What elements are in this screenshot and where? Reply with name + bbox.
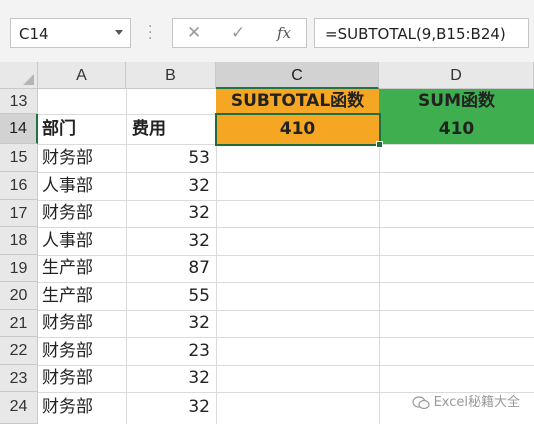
row-header-24[interactable]: 24: [0, 392, 38, 424]
cell-dept[interactable]: 财务部: [38, 200, 126, 227]
cell-dept[interactable]: 财务部: [38, 365, 126, 392]
cell-cost[interactable]: 87: [126, 255, 216, 282]
row-header-15[interactable]: 15: [0, 144, 38, 172]
cell-cost[interactable]: 53: [126, 144, 216, 172]
row-header-22[interactable]: 22: [0, 337, 38, 365]
cell-dept[interactable]: 人事部: [38, 172, 126, 200]
formula-input[interactable]: =SUBTOTAL(9,B15:B24): [314, 18, 529, 48]
cancel-icon[interactable]: ✕: [187, 23, 201, 43]
drag-handle-icon[interactable]: · · ·: [148, 20, 152, 46]
row-header-16[interactable]: 16: [0, 172, 38, 200]
wechat-icon: [411, 395, 430, 409]
column-header-d[interactable]: D: [379, 62, 534, 89]
formula-toolbar: C14 · · · ✕ ✓ fx =SUBTOTAL(9,B15:B24): [0, 0, 534, 62]
cell-dept[interactable]: 生产部: [38, 255, 126, 282]
spreadsheet-grid: A B C D 13 14 15 16 17 18 19 20 21 22 23…: [0, 62, 534, 424]
row-header-13[interactable]: 13: [0, 89, 38, 114]
cell-dept[interactable]: 生产部: [38, 282, 126, 310]
row-header-17[interactable]: 17: [0, 200, 38, 227]
cell-dept[interactable]: 财务部: [38, 392, 126, 422]
row-header-18[interactable]: 18: [0, 227, 38, 255]
cell-cost[interactable]: 23: [126, 337, 216, 365]
column-header-a[interactable]: A: [38, 62, 126, 89]
name-box-value: C14: [19, 25, 49, 43]
row-header-20[interactable]: 20: [0, 282, 38, 310]
chevron-down-icon[interactable]: [115, 30, 123, 35]
cell-dept[interactable]: 财务部: [38, 310, 126, 337]
enter-icon[interactable]: ✓: [231, 23, 245, 43]
column-header-b[interactable]: B: [126, 62, 216, 89]
formula-text: =SUBTOTAL(9,B15:B24): [325, 25, 506, 43]
cell-dept[interactable]: 财务部: [38, 337, 126, 365]
row-header-19[interactable]: 19: [0, 255, 38, 282]
cell-cost[interactable]: 32: [126, 200, 216, 227]
cell-cost[interactable]: 32: [126, 172, 216, 200]
formula-actions: ✕ ✓ fx: [172, 18, 307, 48]
row-header-14[interactable]: 14: [0, 114, 38, 144]
active-cell-selection: [215, 113, 381, 146]
name-box[interactable]: C14: [10, 18, 131, 48]
cell-b14-cost-header[interactable]: 费用: [126, 114, 216, 144]
cell-a14-dept-header[interactable]: 部门: [38, 114, 126, 144]
row-header-21[interactable]: 21: [0, 310, 38, 337]
cell-d13-sum-header[interactable]: SUM函数: [379, 89, 534, 114]
fill-handle[interactable]: [376, 141, 383, 148]
cell-c13-subtotal-header[interactable]: SUBTOTAL函数: [216, 89, 379, 114]
cell-d14-sum-result[interactable]: 410: [379, 114, 534, 144]
column-header-c[interactable]: C: [216, 62, 379, 89]
select-all-icon: [23, 74, 34, 85]
cell-cost[interactable]: 32: [126, 310, 216, 337]
cell-dept[interactable]: 人事部: [38, 227, 126, 255]
row-header-23[interactable]: 23: [0, 365, 38, 392]
cell-cost[interactable]: 32: [126, 365, 216, 392]
cell-dept[interactable]: 财务部: [38, 144, 126, 172]
cell-cost[interactable]: 32: [126, 392, 216, 422]
insert-function-icon[interactable]: fx: [277, 24, 291, 42]
cell-cost[interactable]: 32: [126, 227, 216, 255]
select-all-button[interactable]: [0, 62, 38, 89]
cell-cost[interactable]: 55: [126, 282, 216, 310]
watermark-text: Excel秘籍大全: [433, 395, 520, 410]
watermark: Excel秘籍大全: [411, 391, 520, 410]
